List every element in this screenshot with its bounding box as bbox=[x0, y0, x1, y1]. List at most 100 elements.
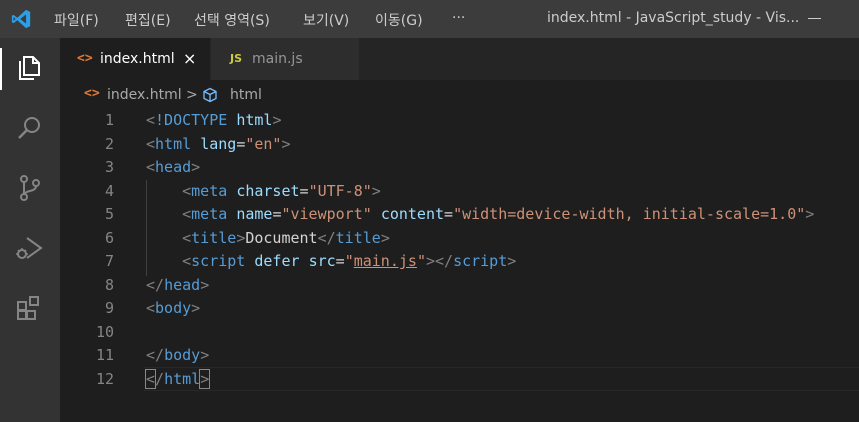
code-token: > bbox=[371, 181, 381, 200]
code-line[interactable]: 4 <meta charset="UTF-8"> bbox=[60, 179, 859, 203]
code-token: meta bbox=[191, 181, 228, 200]
code-token: > bbox=[200, 275, 210, 294]
code-line[interactable]: 11 </body> bbox=[60, 343, 859, 367]
code-token: defer bbox=[254, 252, 300, 270]
title-bar: 파일(F) 편집(E) 선택 영역(S) 보기(V) 이동(G) ··· ind… bbox=[0, 0, 859, 38]
code-token: head bbox=[164, 275, 201, 294]
code-token: ></ bbox=[425, 252, 454, 270]
code-token: title bbox=[335, 228, 381, 247]
code-token: script bbox=[453, 252, 508, 270]
code-token: script bbox=[191, 252, 246, 270]
code-token: html bbox=[164, 369, 201, 388]
code-line[interactable]: 12 </html> bbox=[60, 367, 859, 391]
line-number: 2 bbox=[104, 134, 114, 153]
code-token: > bbox=[281, 134, 291, 153]
code-token: > bbox=[272, 111, 282, 129]
line-code: </head> bbox=[146, 276, 209, 294]
menu-go[interactable]: 이동(G) bbox=[375, 10, 423, 30]
code-line[interactable]: 9 <body> bbox=[60, 296, 859, 320]
line-code: </html> bbox=[144, 368, 211, 389]
code-token: > bbox=[380, 228, 390, 247]
code-token: body bbox=[164, 346, 201, 364]
line-code: <!DOCTYPE html> bbox=[146, 111, 281, 129]
code-token: "en" bbox=[245, 134, 282, 153]
line-code: </body> bbox=[146, 346, 209, 364]
symbol-element-icon bbox=[203, 87, 217, 103]
explorer-icon[interactable] bbox=[12, 50, 48, 86]
code-token: src bbox=[308, 252, 336, 270]
line-number: 10 bbox=[95, 322, 114, 341]
code-token: < bbox=[146, 158, 156, 176]
line-code: <body> bbox=[146, 299, 200, 317]
code-token: html bbox=[155, 134, 192, 153]
code-line[interactable]: 5 <meta name="viewport" content="width=d… bbox=[60, 202, 859, 226]
close-icon[interactable]: × bbox=[183, 49, 196, 68]
breadcrumb: <> index.html > html bbox=[60, 80, 859, 108]
line-number: 9 bbox=[104, 299, 114, 317]
code-token: body bbox=[155, 299, 192, 317]
code-token: > bbox=[200, 346, 210, 364]
breadcrumb-symbol[interactable]: html bbox=[230, 87, 262, 103]
code-token: lang bbox=[200, 134, 237, 153]
line-number: 5 bbox=[104, 205, 114, 223]
code-line[interactable]: 2 <html lang="en"> bbox=[60, 132, 859, 156]
menu-more-icon[interactable]: ··· bbox=[452, 10, 465, 26]
line-number: 12 bbox=[95, 369, 114, 388]
code-token: > bbox=[191, 299, 201, 317]
code-line[interactable]: 10 bbox=[60, 320, 859, 344]
code-token: Document bbox=[245, 228, 318, 247]
line-code: <html lang="en"> bbox=[146, 135, 291, 153]
code-token: < bbox=[182, 252, 192, 270]
tab-main-js[interactable]: JS main.js bbox=[210, 38, 359, 80]
code-editor[interactable]: 1 <!DOCTYPE html> 2 <html lang="en"> 3 <head>… bbox=[60, 108, 859, 422]
minimize-icon[interactable] bbox=[808, 18, 821, 19]
code-line[interactable]: 3 <head> bbox=[60, 155, 859, 179]
code-token: < bbox=[146, 111, 156, 129]
code-token: name bbox=[236, 205, 273, 223]
menu-selection[interactable]: 선택 영역(S) bbox=[194, 10, 270, 30]
line-number: 6 bbox=[104, 228, 114, 247]
code-line[interactable]: 7 <script defer src="main.js"></script> bbox=[60, 249, 859, 273]
line-code: <script defer src="main.js"></script> bbox=[146, 252, 516, 270]
js-file-icon: JS bbox=[230, 52, 243, 65]
vscode-logo-icon[interactable] bbox=[10, 8, 32, 30]
line-number: 7 bbox=[104, 252, 114, 270]
code-token: = bbox=[236, 134, 246, 153]
code-token: " bbox=[416, 252, 426, 270]
menu-file[interactable]: 파일(F) bbox=[54, 10, 99, 30]
html-file-icon: <> bbox=[77, 51, 93, 66]
tab-bar: <> index.html × JS main.js bbox=[60, 38, 859, 80]
code-token: title bbox=[191, 228, 237, 247]
code-token: > bbox=[199, 368, 211, 389]
line-number: 3 bbox=[104, 158, 114, 176]
code-line[interactable]: 6 <title>Document</title> bbox=[60, 226, 859, 250]
breadcrumb-file[interactable]: index.html bbox=[107, 87, 182, 103]
code-line[interactable]: 1 <!DOCTYPE html> bbox=[60, 108, 859, 132]
source-control-icon[interactable] bbox=[12, 170, 48, 206]
tab-index-html[interactable]: <> index.html × bbox=[60, 38, 210, 80]
code-token: < bbox=[182, 181, 192, 200]
run-debug-icon[interactable] bbox=[12, 230, 48, 266]
tab-label: main.js bbox=[252, 51, 303, 67]
code-line[interactable]: 8 </head> bbox=[60, 273, 859, 297]
active-indicator bbox=[0, 48, 2, 90]
code-token: </ bbox=[317, 228, 336, 247]
code-token: > bbox=[507, 252, 517, 270]
search-icon[interactable] bbox=[12, 110, 48, 146]
code-token: > bbox=[191, 158, 201, 176]
line-code: <title>Document</title> bbox=[146, 229, 390, 247]
code-token: meta bbox=[191, 205, 228, 223]
code-token: < bbox=[146, 134, 156, 153]
chevron-right-icon: > bbox=[186, 87, 198, 103]
menu-view[interactable]: 보기(V) bbox=[303, 10, 349, 30]
code-token: = bbox=[335, 252, 345, 270]
extensions-icon[interactable] bbox=[12, 290, 48, 326]
menu-edit[interactable]: 편집(E) bbox=[125, 10, 171, 30]
code-token: head bbox=[155, 158, 192, 176]
activity-bar bbox=[0, 38, 60, 422]
